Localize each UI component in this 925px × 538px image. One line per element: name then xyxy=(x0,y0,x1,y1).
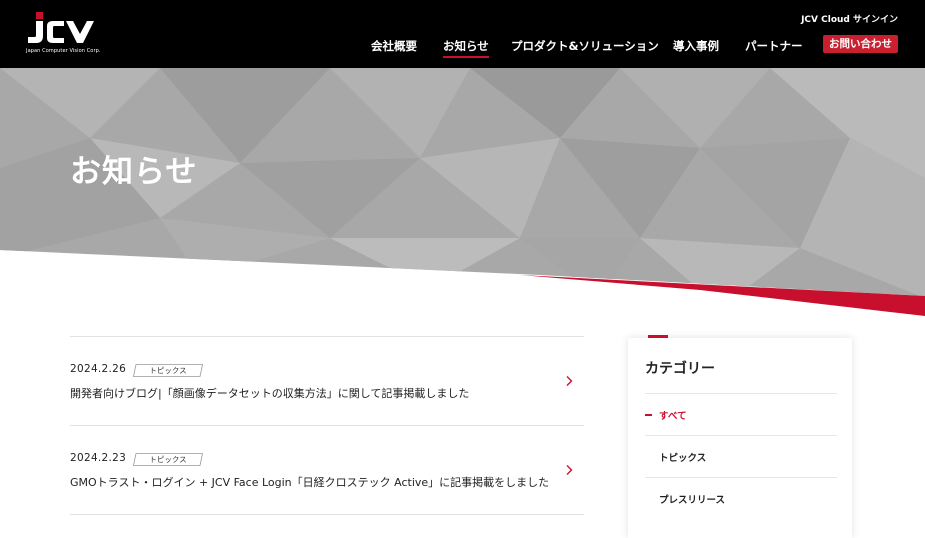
news-title[interactable]: 開発者向けブログ|「顔画像データセットの収集方法」に関して記事掲載しました xyxy=(70,385,469,401)
signin-link[interactable]: JCV Cloud サインイン xyxy=(801,12,898,25)
news-tag: トピックス xyxy=(133,364,203,377)
nav-item-company[interactable]: 会社概要 xyxy=(371,38,417,54)
nav-item-products[interactable]: プロダクト&ソリューション xyxy=(511,38,659,54)
chevron-right-icon[interactable] xyxy=(564,375,574,387)
hero-banner: お知らせ xyxy=(0,68,925,320)
site-header: Japan Computer Vision Corp. JCV Cloud サイ… xyxy=(0,0,925,68)
news-title[interactable]: GMOトラスト・ログイン + JCV Face Login「日経クロステック A… xyxy=(70,474,549,490)
chevron-right-icon[interactable] xyxy=(564,464,574,476)
nav-item-cases[interactable]: 導入事例 xyxy=(673,38,719,54)
sidebar-accent xyxy=(648,335,668,338)
news-divider xyxy=(70,514,584,520)
sidebar-title: カテゴリー xyxy=(645,361,715,377)
sidebar-item-press[interactable]: プレスリリース xyxy=(645,477,837,519)
news-item[interactable]: 2024.2.26 トピックス 開発者向けブログ|「顔画像データセットの収集方法… xyxy=(70,336,584,425)
hero-background xyxy=(0,68,925,316)
active-dash xyxy=(645,414,652,416)
sidebar-item-label: トピックス xyxy=(659,453,707,464)
nav-item-news[interactable]: お知らせ xyxy=(443,38,489,58)
sidebar-item-label: すべて xyxy=(659,411,687,422)
sidebar-item-label: プレスリリース xyxy=(659,495,726,506)
contact-button[interactable]: お問い合わせ xyxy=(823,35,898,53)
news-date: 2024.2.26 xyxy=(70,363,127,375)
sidebar-item-topics[interactable]: トピックス xyxy=(645,435,837,477)
news-list: 2024.2.26 トピックス 開発者向けブログ|「顔画像データセットの収集方法… xyxy=(70,336,584,520)
news-date: 2024.2.23 xyxy=(70,452,127,464)
sidebar-item-all[interactable]: すべて xyxy=(645,393,837,435)
nav-item-partners[interactable]: パートナー xyxy=(745,38,803,54)
category-sidebar: カテゴリー すべて トピックス プレスリリース xyxy=(628,335,852,538)
news-item[interactable]: 2024.2.23 トピックス GMOトラスト・ログイン + JCV Face … xyxy=(70,425,584,514)
news-tag: トピックス xyxy=(133,453,203,466)
main-nav: 会社概要 お知らせ プロダクト&ソリューション 導入事例 パートナー xyxy=(0,38,925,60)
page-title: お知らせ xyxy=(70,154,198,190)
